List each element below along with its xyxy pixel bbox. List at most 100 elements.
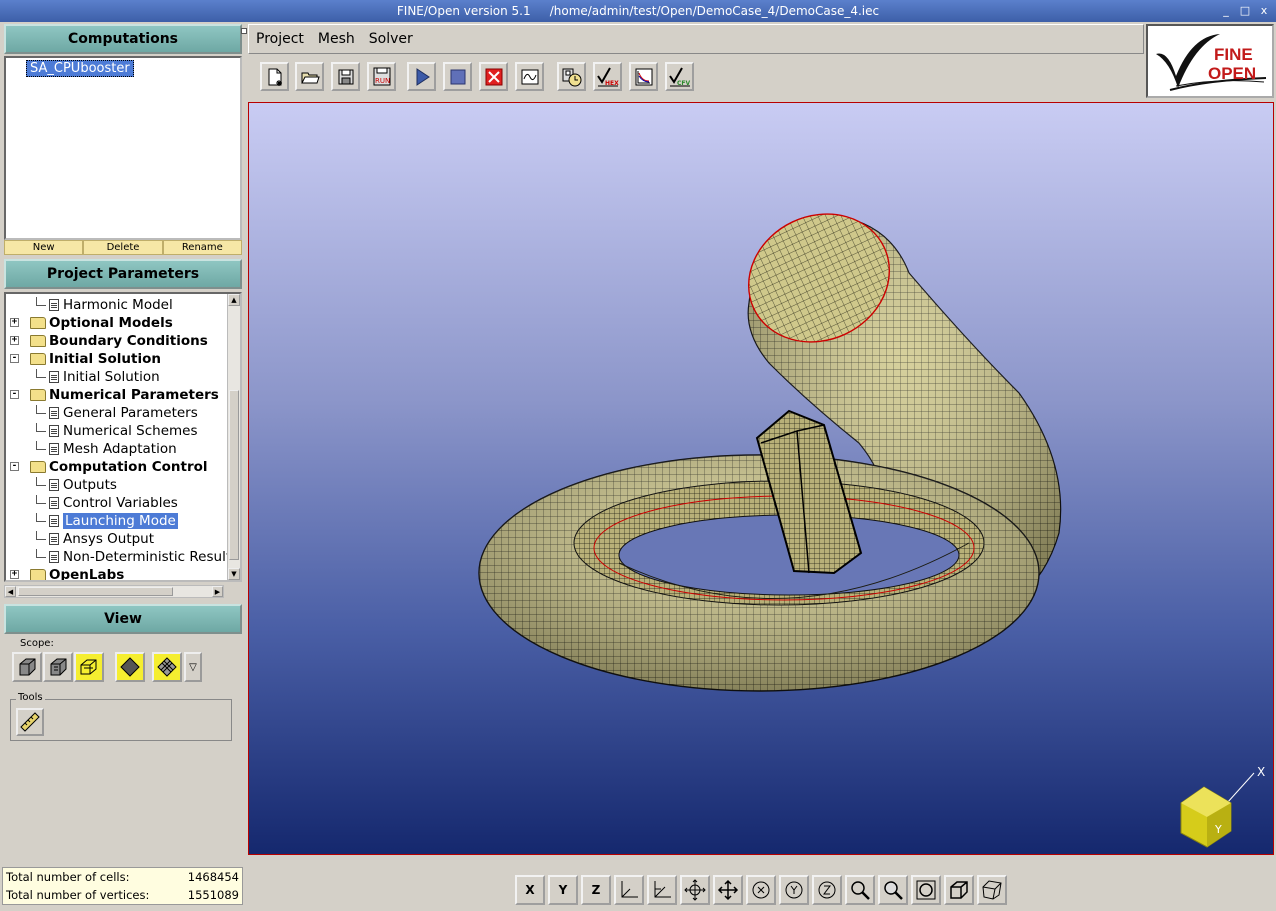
save-run-button[interactable]: RUN <box>367 62 396 91</box>
collapse-icon[interactable]: - <box>10 462 19 471</box>
scope-surface-button[interactable] <box>115 652 145 682</box>
scope-exploded-cube-button[interactable] <box>74 652 104 682</box>
expand-icon[interactable]: + <box>10 336 19 345</box>
menu-mesh[interactable]: Mesh <box>311 31 362 47</box>
tree-leaf[interactable]: Non-Deterministic Results <box>6 548 238 566</box>
3d-viewport[interactable]: X Y <box>248 102 1274 855</box>
rotate-x-button[interactable] <box>746 875 776 905</box>
menu-solver[interactable]: Solver <box>362 31 420 47</box>
save-button[interactable] <box>331 62 360 91</box>
tree-folder[interactable]: + OpenLabs <box>6 566 125 582</box>
expand-icon[interactable]: + <box>10 318 19 327</box>
computation-item[interactable]: SA_CPUbooster <box>26 60 134 77</box>
maximize-button[interactable]: □ <box>1237 3 1253 19</box>
translate-button[interactable] <box>680 875 710 905</box>
expand-icon[interactable]: + <box>10 570 19 579</box>
tree-folder[interactable]: - Initial Solution <box>6 350 161 368</box>
task-manager-icon <box>562 68 581 86</box>
hexstream-button[interactable]: HEX <box>593 62 622 91</box>
tree-leaf[interactable]: Mesh Adaptation <box>6 440 177 458</box>
collapse-icon[interactable]: - <box>10 390 19 399</box>
scroll-down-arrow[interactable]: ▼ <box>228 568 240 580</box>
view-xy-button[interactable] <box>614 875 644 905</box>
view-z-button[interactable]: Z <box>581 875 611 905</box>
new-project-button[interactable] <box>260 62 289 91</box>
stop-solver-button[interactable] <box>443 62 472 91</box>
tree-connector <box>36 296 46 306</box>
new-project-icon <box>268 68 282 86</box>
axis-indicator: X Y <box>1180 765 1265 848</box>
task-manager-button[interactable] <box>557 62 586 91</box>
rotate-z-button[interactable] <box>812 875 842 905</box>
computations-list[interactable]: SA_CPUbooster <box>4 56 242 240</box>
left-panel: Computations SA_CPUbooster New Delete Re… <box>0 22 247 911</box>
logo-fine-text: FINE <box>1214 45 1253 64</box>
tree-leaf[interactable]: Harmonic Model <box>6 296 173 314</box>
tree-leaf[interactable]: Numerical Schemes <box>6 422 198 440</box>
scope-front-cube-button[interactable] <box>12 652 42 682</box>
computations-header[interactable]: Computations <box>4 24 242 54</box>
scope-dropdown-button[interactable]: ▽ <box>184 652 202 682</box>
menu-bar: Project Mesh Solver <box>248 24 1144 54</box>
zoom-button[interactable] <box>878 875 908 905</box>
delete-computation-button[interactable]: Delete <box>83 240 163 255</box>
tree-leaf[interactable]: Initial Solution <box>6 368 160 386</box>
stop-solver-icon <box>450 69 465 84</box>
tree-item-label: OpenLabs <box>49 567 125 582</box>
menu-project[interactable]: Project <box>249 31 311 47</box>
tree-leaf[interactable]: Control Variables <box>6 494 178 512</box>
tree-connector <box>36 512 46 522</box>
scope-grid-surface-button[interactable] <box>152 652 182 682</box>
project-parameters-tree[interactable]: Harmonic Model + Optional Models + Boundary … <box>4 292 242 582</box>
tree-vertical-scrollbar[interactable]: ▲ ▼ <box>227 294 240 580</box>
start-solver-button[interactable] <box>407 62 436 91</box>
folder-icon <box>30 569 46 580</box>
project-parameters-header[interactable]: Project Parameters <box>4 259 242 289</box>
tree-folder[interactable]: + Boundary Conditions <box>6 332 208 350</box>
window-titlebar: FINE/Open version 5.1 /home/admin/test/O… <box>0 0 1276 22</box>
document-icon <box>49 371 59 383</box>
fit-view-button[interactable] <box>911 875 941 905</box>
document-icon <box>49 551 59 563</box>
monitor-button[interactable] <box>515 62 544 91</box>
horizontal-scroll-thumb[interactable] <box>18 587 173 596</box>
view-xz-button[interactable] <box>647 875 677 905</box>
tree-connector <box>36 476 46 486</box>
hexstream-icon-text: HEX <box>605 80 619 87</box>
close-button[interactable]: x <box>1256 3 1272 19</box>
panel-resize-handle[interactable] <box>241 28 247 34</box>
cfview-button[interactable]: CFV <box>665 62 694 91</box>
new-computation-button[interactable]: New <box>4 240 84 255</box>
perspective-button[interactable] <box>977 875 1007 905</box>
rename-computation-button[interactable]: Rename <box>162 240 242 255</box>
scroll-left-arrow[interactable]: ◀ <box>5 586 16 597</box>
tree-folder[interactable]: + Optional Models <box>6 314 173 332</box>
tree-leaf[interactable]: General Parameters <box>6 404 198 422</box>
tree-horizontal-scrollbar[interactable]: ◀ ▶ <box>4 585 224 598</box>
tree-folder[interactable]: - Computation Control <box>6 458 208 476</box>
cube-view-button[interactable] <box>944 875 974 905</box>
zoom-area-button[interactable] <box>845 875 875 905</box>
pan-button[interactable] <box>713 875 743 905</box>
open-project-button[interactable] <box>295 62 324 91</box>
kill-solver-button[interactable] <box>479 62 508 91</box>
tree-item-label: Optional Models <box>49 315 173 331</box>
view-header[interactable]: View <box>4 604 242 634</box>
collapse-icon[interactable]: - <box>10 354 19 363</box>
tree-leaf[interactable]: Launching Mode <box>6 512 178 530</box>
minimize-button[interactable]: _ <box>1218 3 1234 19</box>
folder-icon <box>30 317 46 329</box>
scroll-thumb[interactable] <box>229 390 239 560</box>
rotate-y-button[interactable] <box>779 875 809 905</box>
tree-leaf[interactable]: Outputs <box>6 476 117 494</box>
tree-folder[interactable]: - Numerical Parameters <box>6 386 219 404</box>
scope-back-cube-button[interactable] <box>43 652 73 682</box>
scroll-up-arrow[interactable]: ▲ <box>228 294 240 306</box>
tree-leaf[interactable]: Ansys Output <box>6 530 154 548</box>
plot-button[interactable] <box>629 62 658 91</box>
ruler-tool-button[interactable] <box>16 708 44 736</box>
view-y-button[interactable]: Y <box>548 875 578 905</box>
open-project-icon <box>300 72 320 83</box>
view-x-button[interactable]: X <box>515 875 545 905</box>
scroll-right-arrow[interactable]: ▶ <box>212 586 223 597</box>
